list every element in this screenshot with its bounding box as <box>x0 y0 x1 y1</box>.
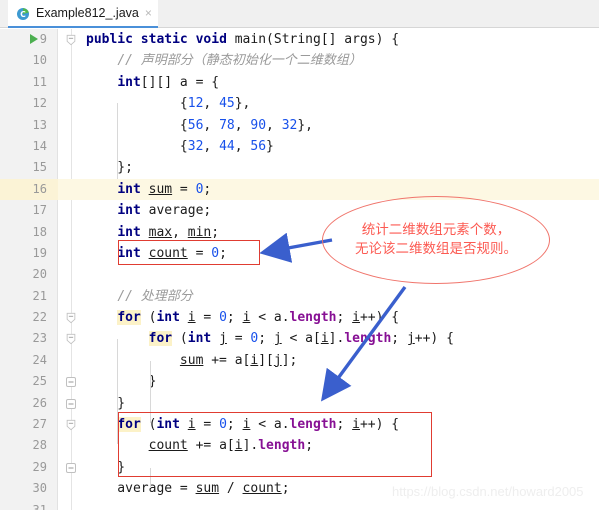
indent-guide <box>150 468 151 488</box>
code-line[interactable]: 31 <box>0 500 599 510</box>
line-number: 21 <box>32 288 47 303</box>
code-line[interactable]: 24 sum += a[i][j]; <box>0 350 599 371</box>
fold-toggle-icon[interactable] <box>65 398 77 410</box>
code-text: }; <box>86 160 133 176</box>
code-text: count += a[i].length; <box>148 438 314 454</box>
code-text: int average; <box>117 203 212 219</box>
line-number: 13 <box>32 117 47 132</box>
code-text: for (int i = 0; i < a.length; i++) { <box>117 310 400 326</box>
code-text: } <box>86 374 157 390</box>
code-line[interactable]: 13 {56, 78, 90, 32}, <box>0 115 599 136</box>
line-number: 31 <box>32 502 47 510</box>
close-icon[interactable]: × <box>145 7 152 19</box>
line-number: 29 <box>32 459 47 474</box>
svg-text:C: C <box>20 10 26 19</box>
code-line[interactable]: 25 } <box>0 371 599 392</box>
fold-toggle-icon[interactable] <box>65 34 77 46</box>
line-number: 28 <box>32 438 47 453</box>
code-text: int[][] a = { <box>117 74 220 90</box>
code-line[interactable]: 21 // 处理部分 <box>0 286 599 307</box>
code-line[interactable]: 11 int[][] a = { <box>0 72 599 93</box>
line-number: 20 <box>32 267 47 282</box>
line-number: 17 <box>32 203 47 218</box>
fold-toggle-icon[interactable] <box>65 333 77 345</box>
code-text: public static void main(String[] args) { <box>86 32 400 47</box>
indent-guide <box>150 361 151 423</box>
fold-toggle-icon[interactable] <box>65 312 77 324</box>
code-text: // 声明部分（静态初始化一个二维数组） <box>117 53 362 69</box>
line-number: 11 <box>32 74 47 89</box>
code-line[interactable]: 12 {12, 45}, <box>0 93 599 114</box>
line-number: 10 <box>32 53 47 68</box>
line-number: 27 <box>32 417 47 432</box>
line-number: 16 <box>0 178 58 201</box>
code-text: {56, 78, 90, 32}, <box>86 117 313 133</box>
line-number: 24 <box>32 352 47 367</box>
line-number: 23 <box>32 331 47 346</box>
code-line[interactable]: 16 int sum = 0; <box>0 178 599 201</box>
run-method-icon[interactable] <box>30 34 38 44</box>
editor-tab-example812[interactable]: C Example812_.java × <box>8 0 158 28</box>
code-text: } <box>86 395 126 411</box>
code-lines: 9 public static void main(String[] args) … <box>0 29 599 510</box>
fold-toggle-icon[interactable] <box>65 419 77 431</box>
code-line[interactable]: 29 } <box>0 457 599 478</box>
code-line[interactable]: 9 public static void main(String[] args) … <box>0 29 599 50</box>
line-number: 9 <box>39 32 47 46</box>
line-number: 26 <box>32 395 47 410</box>
code-text: // 处理部分 <box>117 288 193 304</box>
code-text: {12, 45}, <box>86 96 251 112</box>
editor-tab-label: Example812_.java <box>36 6 139 20</box>
code-line[interactable]: 28 count += a[i].length; <box>0 435 599 456</box>
code-line[interactable]: 15 }; <box>0 157 599 178</box>
code-line[interactable]: 20 <box>0 264 599 285</box>
code-line[interactable]: 17 int average; <box>0 200 599 221</box>
line-number: 18 <box>32 224 47 239</box>
line-number: 25 <box>32 374 47 389</box>
line-number: 15 <box>32 160 47 175</box>
code-line[interactable]: 26 } <box>0 393 599 414</box>
code-line[interactable]: 10 // 声明部分（静态初始化一个二维数组） <box>0 50 599 71</box>
code-line[interactable]: 27 for (int i = 0; i < a.length; i++) { <box>0 414 599 435</box>
code-text: int sum = 0; <box>117 181 212 197</box>
line-number: 22 <box>32 310 47 325</box>
code-text: {32, 44, 56} <box>86 138 274 154</box>
indent-guide <box>117 103 118 179</box>
code-text: } <box>86 459 126 475</box>
indent-guide <box>117 339 118 444</box>
line-number: 19 <box>32 245 47 260</box>
line-number: 30 <box>32 481 47 496</box>
editor-tab-bar: C Example812_.java × <box>0 0 599 28</box>
fold-toggle-icon[interactable] <box>65 462 77 474</box>
code-text: average = sum / count; <box>86 481 290 497</box>
java-class-icon: C <box>16 6 31 21</box>
code-line[interactable]: 18 int max, min; <box>0 222 599 243</box>
code-text: int max, min; <box>117 224 220 240</box>
code-text: for (int j = 0; j < a[i].length; j++) { <box>148 331 454 347</box>
code-editor-area[interactable]: 9 public static void main(String[] args) … <box>0 29 599 510</box>
code-line[interactable]: 22 for (int i = 0; i < a.length; i++) { <box>0 307 599 328</box>
line-number: 12 <box>32 96 47 111</box>
fold-toggle-icon[interactable] <box>65 376 77 388</box>
code-line[interactable]: 30 average = sum / count; <box>0 478 599 499</box>
line-number: 14 <box>32 138 47 153</box>
code-line[interactable]: 23 for (int j = 0; j < a[i].length; j++)… <box>0 328 599 349</box>
code-text: for (int i = 0; i < a.length; i++) { <box>117 417 400 433</box>
code-line[interactable]: 14 {32, 44, 56} <box>0 136 599 157</box>
ide-editor-window: C Example812_.java × 9 public static void… <box>0 0 599 510</box>
code-line[interactable]: 19 int count = 0; <box>0 243 599 264</box>
code-text: int count = 0; <box>117 245 227 261</box>
